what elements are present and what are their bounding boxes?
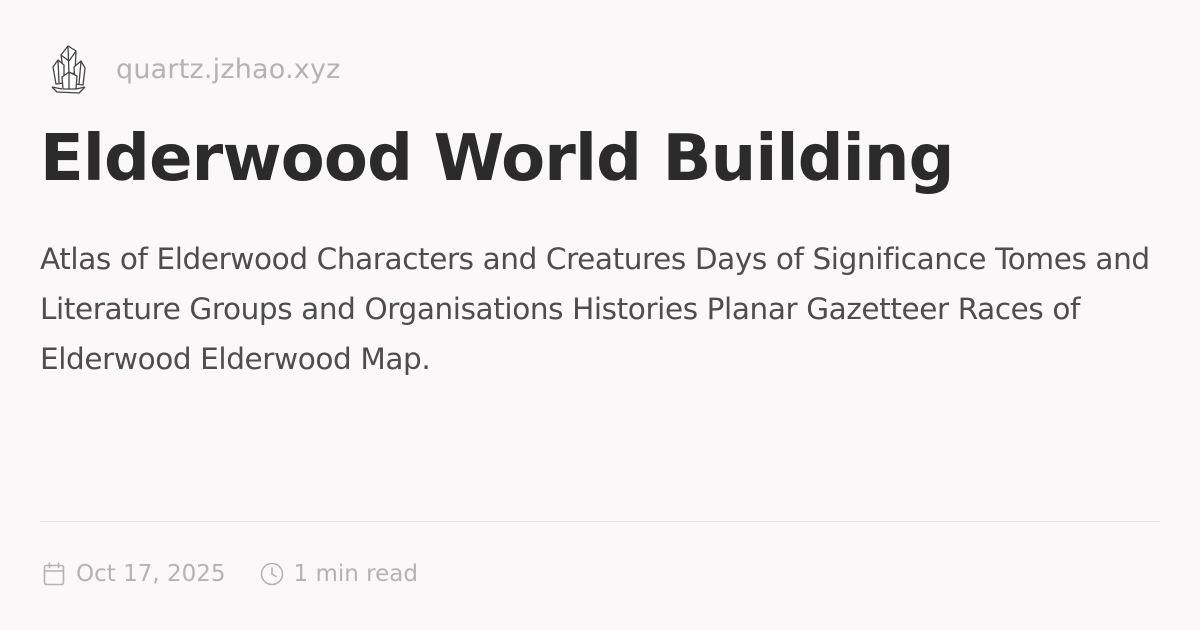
reading-time: 1 min read	[260, 561, 418, 587]
site-header: quartz.jzhao.xyz	[48, 42, 341, 96]
publish-date: Oct 17, 2025	[42, 561, 226, 587]
divider	[40, 521, 1160, 522]
page-title: Elderwood World Building	[40, 122, 954, 196]
publish-date-text: Oct 17, 2025	[76, 561, 226, 587]
page-meta: Oct 17, 2025 1 min read	[42, 556, 418, 592]
site-name[interactable]: quartz.jzhao.xyz	[116, 54, 341, 85]
og-card: quartz.jzhao.xyz Elderwood World Buildin…	[0, 0, 1200, 630]
page-description: Atlas of Elderwood Characters and Creatu…	[40, 242, 1150, 376]
calendar-icon	[42, 562, 66, 586]
reading-time-text: 1 min read	[293, 561, 418, 587]
crystal-cluster-icon	[48, 43, 88, 95]
clock-icon	[260, 562, 284, 586]
